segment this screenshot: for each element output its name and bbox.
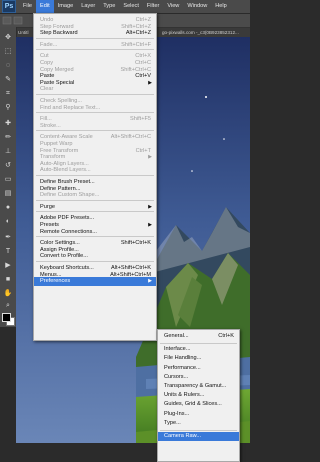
photoshop-logo: Ps [2, 0, 16, 13]
preferences-item-label: Units & Rulers... [164, 392, 205, 399]
edit-menu-separator [36, 130, 154, 132]
type-tool-icon[interactable]: T [3, 247, 13, 257]
menu-filter[interactable]: Filter [143, 0, 163, 13]
hand-tool-icon[interactable]: ✋ [3, 289, 13, 299]
menu-edit[interactable]: Edit [36, 0, 54, 13]
edit-menu-item-preferences[interactable]: Preferences ▶ [34, 277, 156, 287]
edit-menu-separator [36, 49, 154, 51]
edit-menu-separator [36, 175, 154, 176]
move-tool-icon[interactable]: ✥ [3, 33, 13, 43]
blur-tool-icon[interactable]: ● [3, 203, 13, 213]
preferences-item-label: General... [164, 333, 189, 339]
preferences-item-label: Performance... [164, 364, 201, 371]
preferences-item-label: Plug-Ins... [164, 410, 190, 417]
shape-tool-icon[interactable]: ■ [3, 275, 13, 285]
preferences-item-units-and-rulers[interactable]: Units & Rulers... [158, 391, 239, 400]
edit-menu-separator [36, 236, 154, 238]
edit-menu-item-label: Preferences [40, 278, 71, 285]
document-tab-left[interactable]: Untitl [18, 28, 28, 37]
history-brush-tool-icon[interactable]: ↺ [3, 161, 13, 171]
edit-menu-separator [36, 112, 154, 114]
preferences-item-cursors[interactable]: Cursors... [158, 373, 239, 382]
menu-window[interactable]: Window [183, 0, 211, 13]
brush-tool-icon[interactable]: ✏ [3, 133, 13, 143]
eyedropper-tool-icon[interactable]: ⚲ [3, 103, 13, 113]
edit-menu: Undo Ctrl+Z Step Forward Shift+Ctrl+Z Step B… [33, 13, 157, 341]
menu-select[interactable]: Select [119, 0, 143, 13]
lasso-tool-icon[interactable]: ◌ [3, 61, 13, 71]
menu-bar: Ps File Edit Image Layer Type Select Fil… [0, 0, 250, 14]
document-tab-right[interactable]: go-pixwalls.com -_c3(0B923852312... [162, 28, 239, 37]
preferences-item-camera-raw[interactable]: Camera Raw... [158, 432, 239, 441]
menu-file[interactable]: File [19, 0, 36, 13]
edit-menu-separator [36, 37, 154, 39]
preferences-item-label: Type... [164, 419, 181, 426]
marquee-tool-icon[interactable]: ⬚ [3, 47, 13, 57]
clone-stamp-tool-icon[interactable]: ⊥ [3, 147, 13, 157]
menu-help[interactable]: Help [211, 0, 231, 13]
foreground-color-swatch[interactable] [2, 313, 11, 322]
preferences-item-plug-ins[interactable]: Plug-Ins... [158, 410, 239, 419]
preferences-item-label: Transparency & Gamut... [164, 383, 227, 389]
preferences-item-label: Guides, Grid & Slices... [164, 401, 222, 408]
preferences-item-guides-grid-and-slices[interactable]: Guides, Grid & Slices... [158, 400, 239, 409]
preferences-submenu: General... Ctrl+K Interface... File Handlin… [157, 329, 240, 462]
eraser-tool-icon[interactable]: ▭ [3, 175, 13, 185]
menu-type[interactable]: Type [99, 0, 119, 13]
preferences-item-transparency-and-gamut[interactable]: Transparency & Gamut... [158, 382, 239, 391]
preferences-item-file-handling[interactable]: File Handling... [158, 354, 239, 363]
preferences-item-performance[interactable]: Performance... [158, 364, 239, 373]
healing-brush-tool-icon[interactable]: ✚ [3, 119, 13, 129]
edit-menu-separator [36, 211, 154, 213]
gradient-tool-icon[interactable]: ▤ [3, 189, 13, 199]
preferences-item-type[interactable]: Type... [158, 419, 239, 428]
pen-tool-icon[interactable]: ✒ [3, 233, 13, 243]
preferences-item-shortcut: Ctrl+K [218, 333, 234, 339]
edit-menu-separator [36, 199, 154, 201]
edit-menu-separator [36, 261, 154, 262]
zoom-tool-icon[interactable]: ⌕ [3, 301, 13, 311]
edit-menu-separator [36, 94, 154, 95]
dodge-tool-icon[interactable]: ◐ [3, 217, 13, 227]
crop-tool-icon[interactable]: ⌗ [3, 89, 13, 99]
preferences-item-label: Cursors... [164, 373, 189, 380]
path-selection-tool-icon[interactable]: ▶ [3, 261, 13, 271]
preferences-item-interface[interactable]: Interface... [158, 345, 239, 354]
preferences-separator [160, 343, 237, 345]
tools-panel: ✥ ⬚ ◌ ✎ ⌗ ⚲ ✚ ✏ ⊥ ↺ ▭ ▤ ● ◐ ✒ T ▶ ■ ✋ ⌕ [0, 27, 17, 327]
quick-selection-tool-icon[interactable]: ✎ [3, 75, 13, 85]
preferences-item-general[interactable]: General... Ctrl+K [158, 332, 239, 341]
preferences-separator [160, 430, 237, 431]
submenu-arrow-icon: ▶ [148, 278, 152, 285]
menu-view[interactable]: View [163, 0, 183, 13]
preferences-item-label: File Handling... [164, 355, 202, 362]
preferences-item-label: Camera Raw... [164, 433, 201, 439]
menu-image[interactable]: Image [54, 0, 78, 13]
menu-layer[interactable]: Layer [77, 0, 99, 13]
preferences-item-label: Interface... [164, 346, 191, 353]
